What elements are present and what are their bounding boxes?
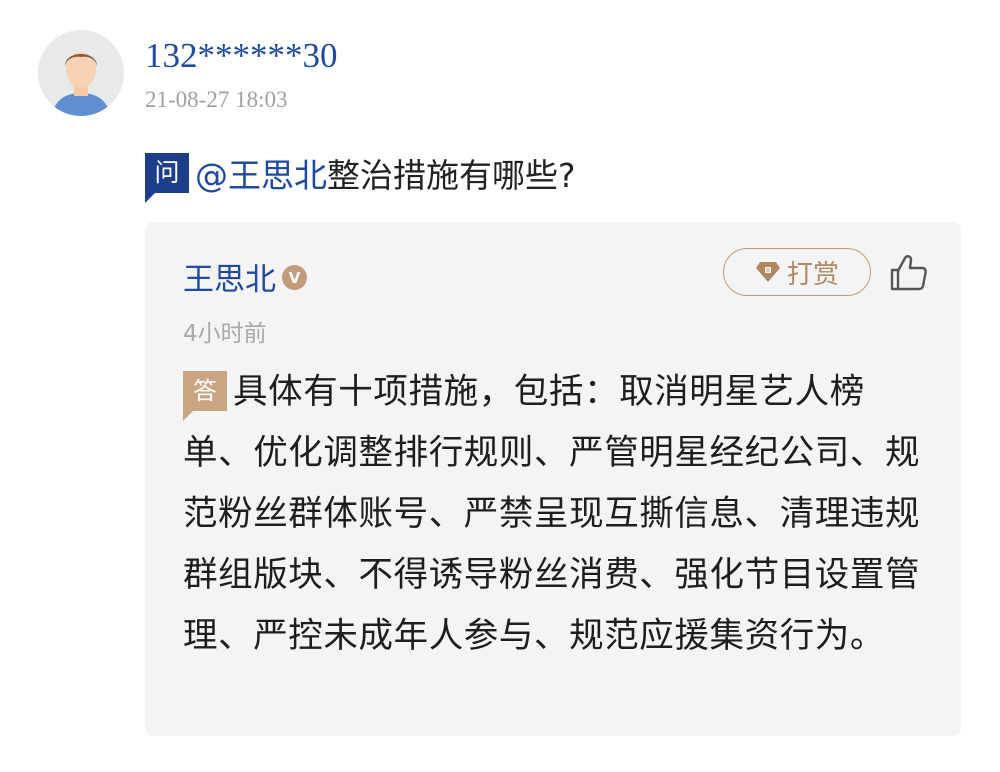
question-timestamp: 21-08-27 18:03	[145, 87, 288, 112]
like-button[interactable]	[887, 252, 929, 294]
tip-label: 打赏	[786, 259, 839, 290]
answerer-name[interactable]: 王思北	[183, 254, 276, 299]
question-badge: 问	[145, 153, 189, 203]
answer-body: 具体有十项措施，包括：取消明星艺人榜单、优化调整排行规则、严管明星经纪公司、规范…	[183, 372, 921, 656]
answer-badge: 答	[183, 371, 227, 421]
question-username[interactable]: 132******30	[145, 36, 338, 76]
verified-badge-letter: V	[289, 269, 301, 287]
avatar-icon	[38, 30, 124, 116]
answerer-row: 王思北 V	[183, 254, 308, 299]
thumbs-up-icon	[890, 255, 927, 291]
question-body: 整治措施有哪些?	[327, 156, 576, 195]
answer-time: 4小时前	[183, 321, 267, 347]
diamond-icon	[755, 262, 780, 282]
tip-button[interactable]: 打赏	[723, 248, 871, 296]
verified-icon: V	[281, 263, 308, 290]
question-text: 问 @王思北 整治措施有哪些?	[145, 148, 576, 203]
qa-page: 132******30 21-08-27 18:03 问 @王思北 整治措施有哪…	[0, 0, 1000, 772]
mention-link[interactable]: @王思北	[195, 149, 327, 197]
user-avatar[interactable]	[38, 30, 124, 116]
answer-text: 答具体有十项措施，包括：取消明星艺人榜单、优化调整排行规则、严管明星经纪公司、规…	[183, 362, 933, 667]
answer-card: 王思北 V 4小时前 打赏 答具体有十项措施，包括：取消明星艺人榜单、优化调整排…	[145, 222, 961, 736]
